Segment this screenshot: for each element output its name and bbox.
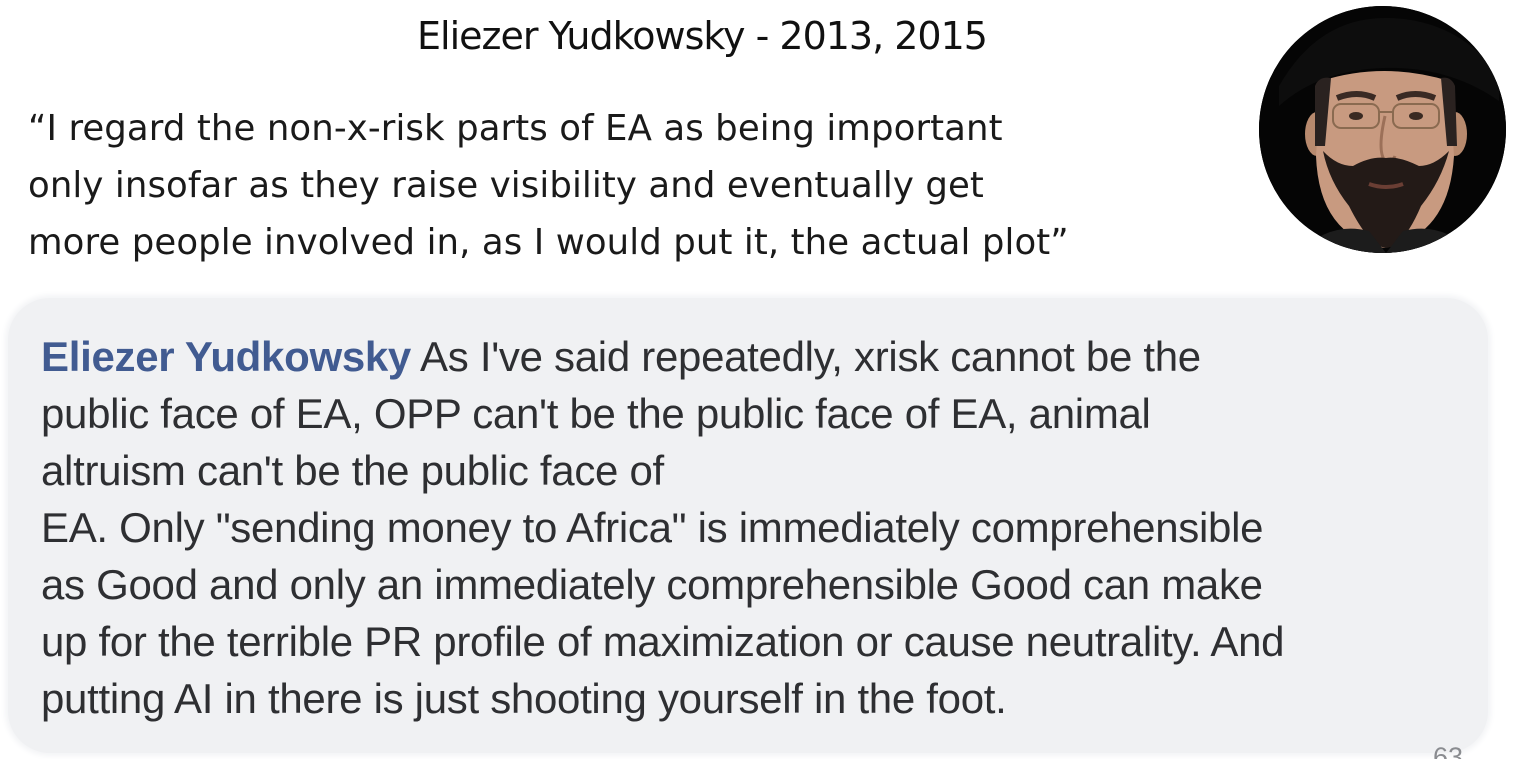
comment-line: as Good and only an immediately comprehe… — [41, 561, 1263, 608]
comment-author-link[interactable]: Eliezer Yudkowsky — [41, 333, 411, 380]
quote-line: only insofar as they raise visibility an… — [28, 165, 984, 206]
comment-body: Eliezer Yudkowsky As I've said repeatedl… — [41, 328, 1461, 727]
comment-line: putting AI in there is just shooting you… — [41, 675, 1007, 722]
comment-line: Eliezer Yudkowsky As I've said repeatedl… — [41, 328, 1461, 385]
slide-title: Eliezer Yudkowsky - 2013, 2015 — [417, 14, 988, 58]
comment-line: EA. Only "sending money to Africa" is im… — [41, 504, 1264, 551]
portrait-image — [1259, 6, 1506, 253]
reaction-count-badge[interactable]: 63 — [1433, 742, 1463, 759]
quote-line: more people involved in, as I would put … — [28, 222, 1069, 263]
comment-line: up for the terrible PR profile of maximi… — [41, 618, 1285, 665]
comment-text-segment: As I've said repeatedly, xrisk cannot be… — [411, 333, 1201, 380]
comment-line: public face of EA, OPP can't be the publ… — [41, 390, 1151, 437]
comment-line: altruism can't be the public face of — [41, 447, 664, 494]
facebook-comment-bubble: Eliezer Yudkowsky As I've said repeatedl… — [8, 298, 1488, 759]
slide: Eliezer Yudkowsky - 2013, 2015 “I regard… — [0, 0, 1518, 759]
quote-block: “I regard the non-x-risk parts of EA as … — [28, 100, 1253, 271]
avatar — [1259, 6, 1506, 253]
quote-line: “I regard the non-x-risk parts of EA as … — [28, 108, 1003, 149]
